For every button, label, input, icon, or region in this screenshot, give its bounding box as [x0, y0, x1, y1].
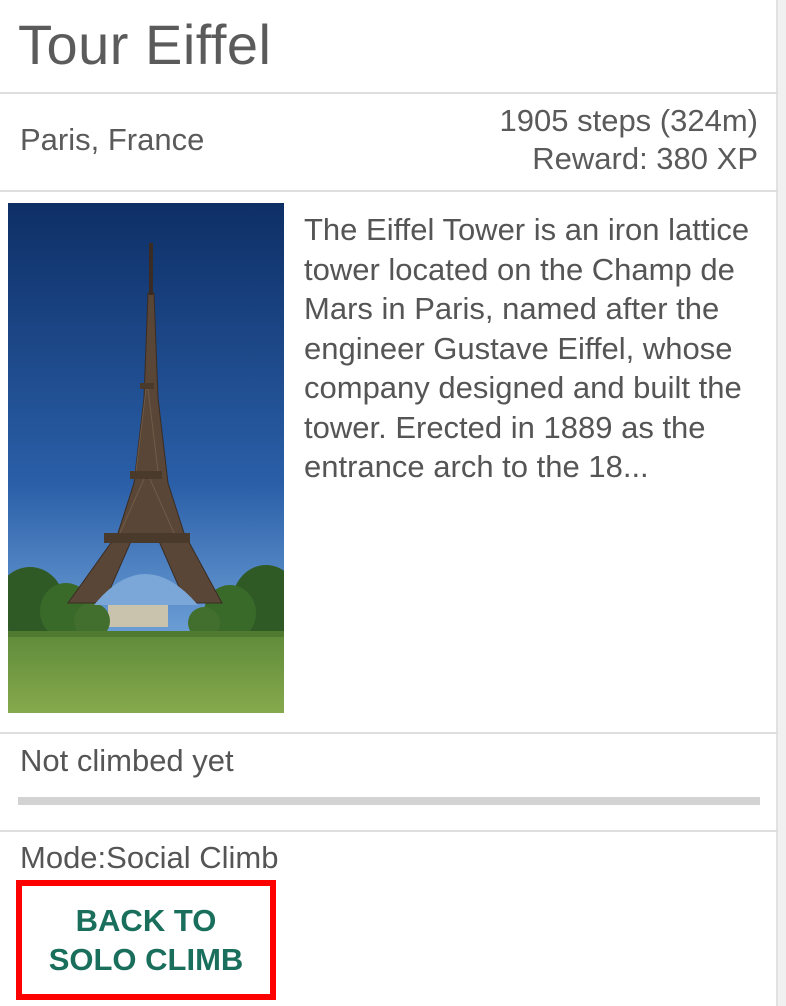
landmark-card: Tour Eiffel Paris, France 1905 steps (32…: [0, 0, 778, 1006]
progress-row: Not climbed yet: [0, 734, 778, 832]
media-row: The Eiffel Tower is an iron lattice towe…: [0, 192, 778, 734]
landmark-location: Paris, France: [20, 122, 205, 157]
info-row: Paris, France 1905 steps (324m) Reward: …: [0, 94, 778, 192]
landmark-photo: [8, 203, 284, 713]
climb-progress-bar: [18, 797, 760, 805]
steps-count: 1905 steps (324m): [499, 103, 758, 138]
reward-xp: Reward: 380 XP: [532, 141, 758, 176]
landmark-description: The Eiffel Tower is an iron lattice towe…: [304, 212, 750, 484]
eiffel-tower-photo: [8, 203, 284, 713]
mode-label: Mode:Social Climb: [20, 840, 279, 875]
climb-status: Not climbed yet: [20, 743, 234, 778]
landmark-title: Tour Eiffel: [18, 13, 272, 76]
title-row: Tour Eiffel: [0, 0, 778, 94]
landmark-stats: 1905 steps (324m) Reward: 380 XP: [500, 102, 758, 178]
back-to-solo-climb-button[interactable]: BACK TO SOLO CLIMB: [16, 880, 276, 1000]
